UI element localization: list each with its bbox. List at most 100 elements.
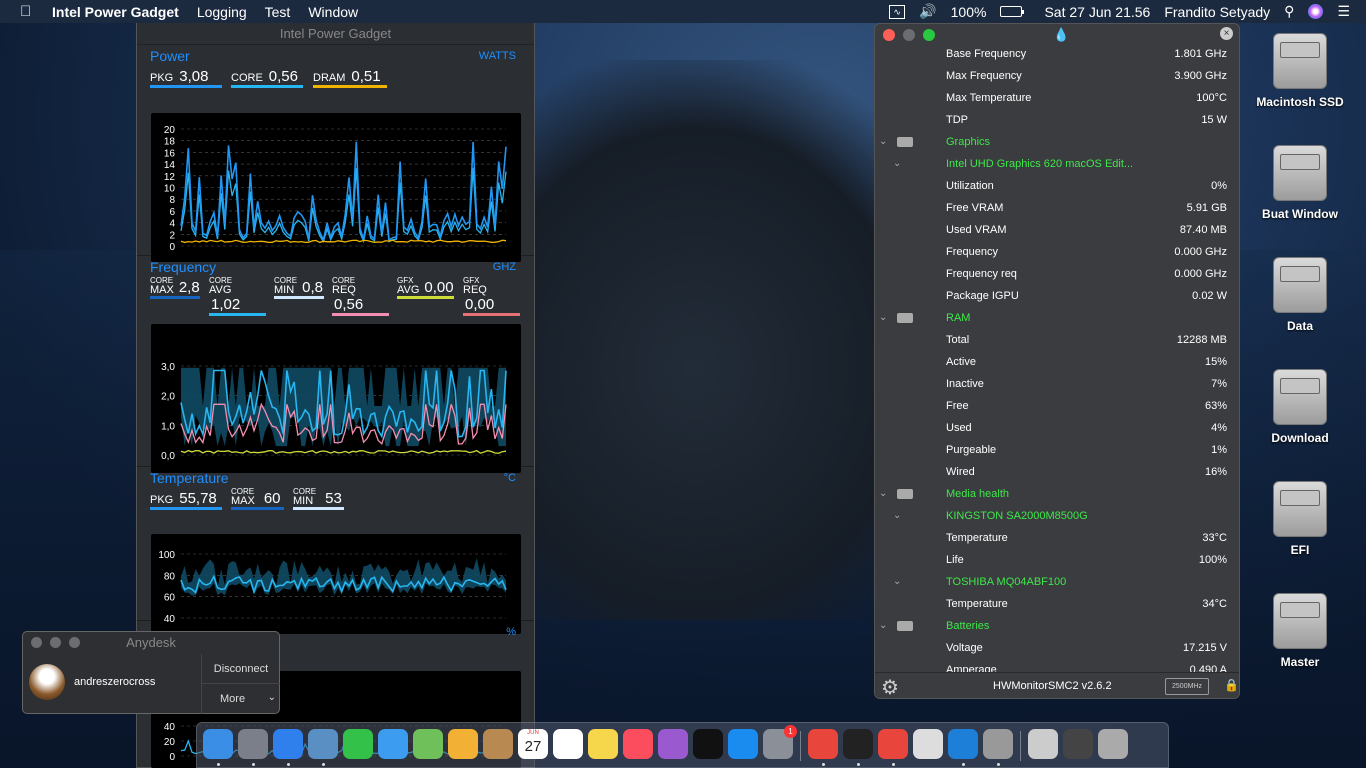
- close-panel-icon[interactable]: ×: [1220, 27, 1233, 40]
- ipg-title-bar[interactable]: Intel Power Gadget: [137, 23, 534, 45]
- hwmonitor-row[interactable]: Frequency 0.000 GHz: [875, 241, 1239, 263]
- hwmonitor-row[interactable]: ⌄ Graphics: [875, 131, 1239, 153]
- dock-launchpad-icon[interactable]: [238, 729, 268, 759]
- notification-center-icon[interactable]: ☰: [1337, 3, 1350, 20]
- hwmonitor-row[interactable]: Package IGPU 0.02 W: [875, 285, 1239, 307]
- chevron-down-icon[interactable]: ⌄: [893, 153, 901, 175]
- dock-facetime-icon[interactable]: [343, 729, 373, 759]
- siri-icon[interactable]: [1308, 4, 1324, 19]
- hwmonitor-row[interactable]: ⌄ RAM: [875, 307, 1239, 329]
- battery-icon[interactable]: [1000, 6, 1025, 17]
- clock[interactable]: Sat 27 Jun 21.56: [1044, 4, 1150, 20]
- anydesk-title[interactable]: Anydesk: [23, 632, 279, 654]
- menu-app-name[interactable]: Intel Power Gadget: [52, 4, 179, 20]
- activity-monitor-icon[interactable]: ∿: [889, 4, 906, 19]
- dock-reminders-icon[interactable]: [553, 729, 583, 759]
- hwmonitor-row[interactable]: Base Frequency 1.801 GHz: [875, 43, 1239, 65]
- dock-screen-capture-icon[interactable]: [1063, 729, 1093, 759]
- hwmonitor-row[interactable]: ⌄ TOSHIBA MQ04ABF100: [875, 571, 1239, 593]
- dock-calendar-icon[interactable]: JUN 27: [518, 729, 548, 759]
- dock-contacts-icon[interactable]: [483, 729, 513, 759]
- hwmonitor-row[interactable]: Voltage 17.215 V: [875, 637, 1239, 659]
- dock-podcasts-icon[interactable]: [658, 729, 688, 759]
- menu-test[interactable]: Test: [265, 4, 291, 20]
- hwmonitor-row[interactable]: ⌄ KINGSTON SA2000M8500G: [875, 505, 1239, 527]
- sensor-label: Temperature: [946, 532, 1008, 544]
- hwmonitor-row[interactable]: Free VRAM 5.91 GB: [875, 197, 1239, 219]
- desktop-drive[interactable]: Macintosh SSD: [1250, 33, 1350, 109]
- hwmonitor-row[interactable]: Active 15%: [875, 351, 1239, 373]
- minimize-button[interactable]: [903, 29, 915, 41]
- dock-notes-icon[interactable]: [588, 729, 618, 759]
- hwmonitor-row[interactable]: Total 12288 MB: [875, 329, 1239, 351]
- desktop-drive[interactable]: Download: [1250, 369, 1350, 445]
- desktop-drive[interactable]: EFI: [1250, 481, 1350, 557]
- chevron-down-icon[interactable]: ⌄: [893, 571, 901, 593]
- anydesk-minimize-button[interactable]: [50, 637, 61, 648]
- hwmonitor-row[interactable]: Frequency req 0.000 GHz: [875, 263, 1239, 285]
- dock-app-store-icon[interactable]: [728, 729, 758, 759]
- hwmonitor-row[interactable]: Utilization 0%: [875, 175, 1239, 197]
- hwmonitor-row[interactable]: Temperature 33°C: [875, 527, 1239, 549]
- hwmonitor-row[interactable]: Used VRAM 87.40 MB: [875, 219, 1239, 241]
- dock-finder-icon[interactable]: [203, 729, 233, 759]
- dock-textedit-icon[interactable]: [913, 729, 943, 759]
- hwmonitor-row[interactable]: Max Frequency 3.900 GHz: [875, 65, 1239, 87]
- core-power-label: CORE: [231, 72, 263, 84]
- hwmonitor-row[interactable]: Temperature 34°C: [875, 593, 1239, 615]
- chevron-down-icon[interactable]: ⌄: [879, 483, 887, 505]
- hwmonitor-row[interactable]: ⌄ Intel UHD Graphics 620 macOS Edit...: [875, 153, 1239, 175]
- apple-menu-icon[interactable]: : [20, 3, 38, 20]
- dock-maps-icon[interactable]: [413, 729, 443, 759]
- hwmonitor-row[interactable]: ⌄ Batteries: [875, 615, 1239, 637]
- chevron-down-icon[interactable]: ⌄: [879, 615, 887, 637]
- volume-icon[interactable]: 🔊: [919, 3, 936, 20]
- hwmonitor-row[interactable]: Inactive 7%: [875, 373, 1239, 395]
- chevron-down-icon[interactable]: ⌄: [893, 505, 901, 527]
- dock-terminal-icon[interactable]: [843, 729, 873, 759]
- dram-power-value: 0,51: [351, 68, 381, 85]
- settings-gear-icon[interactable]: ⚙: [881, 675, 899, 698]
- lock-icon[interactable]: 🔒: [1224, 678, 1239, 692]
- user-name[interactable]: Frandito Setyady: [1164, 4, 1270, 20]
- hwmonitor-row[interactable]: Life 100%: [875, 549, 1239, 571]
- dock-trash-icon[interactable]: [1098, 729, 1128, 759]
- more-button[interactable]: More ⌄: [201, 684, 280, 714]
- menu-logging[interactable]: Logging: [197, 4, 247, 20]
- dock-messages-icon[interactable]: [378, 729, 408, 759]
- battery-percent[interactable]: 100%: [951, 4, 987, 20]
- anydesk-close-button[interactable]: [31, 637, 42, 648]
- hwmonitor-row[interactable]: Used 4%: [875, 417, 1239, 439]
- anydesk-zoom-button[interactable]: [69, 637, 80, 648]
- dock-music-icon[interactable]: [623, 729, 653, 759]
- dock-downloads-icon[interactable]: [1028, 729, 1058, 759]
- dock-preview-icon[interactable]: [308, 729, 338, 759]
- spotlight-search-icon[interactable]: ⚲: [1284, 3, 1294, 20]
- disconnect-button[interactable]: Disconnect: [201, 654, 280, 684]
- chevron-down-icon[interactable]: ⌄: [879, 131, 887, 153]
- menu-window[interactable]: Window: [308, 4, 358, 20]
- dock-safari-icon[interactable]: [273, 729, 303, 759]
- dock-hw-monitor-icon[interactable]: [983, 729, 1013, 759]
- freq-metric-bottom-label: REQ: [332, 284, 356, 296]
- dock-system-preferences-icon[interactable]: 1: [763, 725, 797, 759]
- desktop-drive[interactable]: Buat Window: [1250, 145, 1350, 221]
- dock-photos-icon[interactable]: [448, 729, 478, 759]
- pkg-power-label: PKG: [150, 72, 174, 84]
- hwmonitor-row[interactable]: TDP 15 W: [875, 109, 1239, 131]
- zoom-button[interactable]: [923, 29, 935, 41]
- desktop-drive[interactable]: Data: [1250, 257, 1350, 333]
- hwmonitor-row[interactable]: Free 63%: [875, 395, 1239, 417]
- dock-intel-power-gadget-icon[interactable]: [948, 729, 978, 759]
- hwmonitor-row[interactable]: Max Temperature 100°C: [875, 87, 1239, 109]
- dock-anydesk-icon[interactable]: [808, 729, 838, 759]
- hwmonitor-row[interactable]: Purgeable 1%: [875, 439, 1239, 461]
- hwmonitor-row[interactable]: Wired 16%: [875, 461, 1239, 483]
- sensor-label: Package IGPU: [946, 290, 1019, 302]
- dock-anydesk-2-icon[interactable]: [878, 729, 908, 759]
- desktop-drive[interactable]: Master: [1250, 593, 1350, 669]
- chevron-down-icon[interactable]: ⌄: [879, 307, 887, 329]
- close-button[interactable]: [883, 29, 895, 41]
- hwmonitor-row[interactable]: ⌄ Media health: [875, 483, 1239, 505]
- dock-tv-icon[interactable]: [693, 729, 723, 759]
